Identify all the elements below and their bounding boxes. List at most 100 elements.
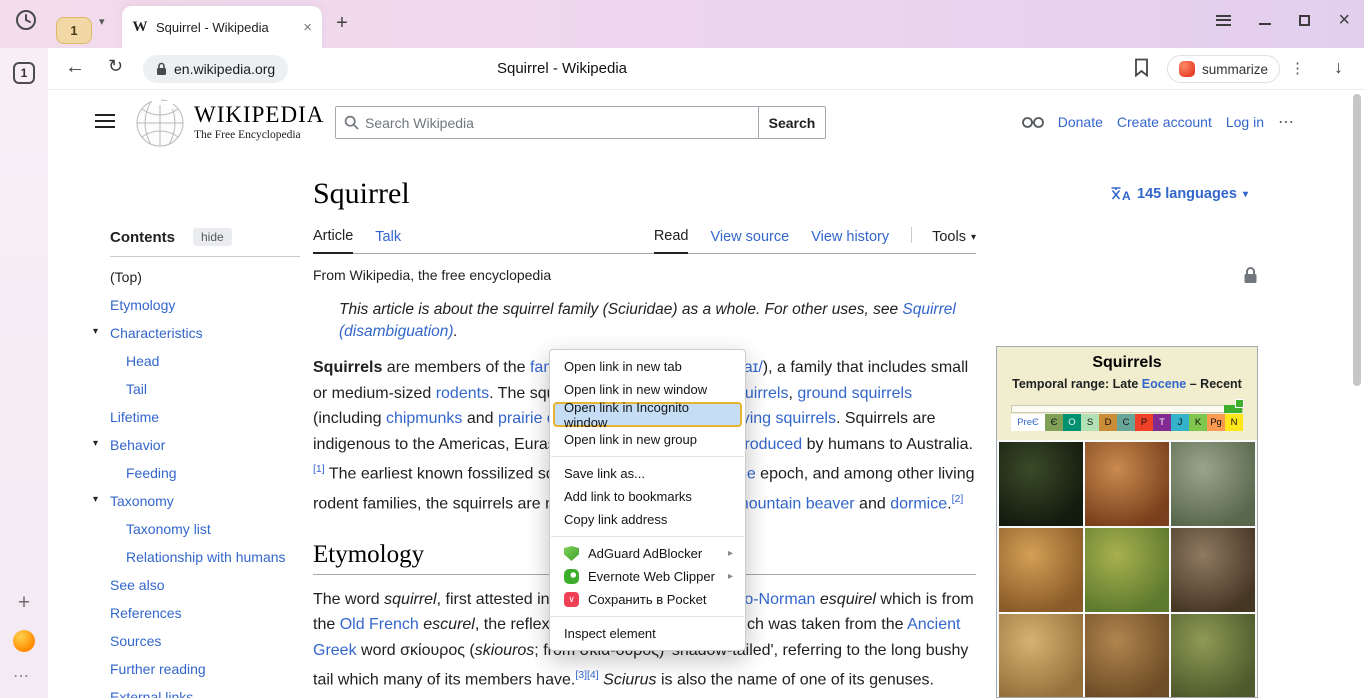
summarize-button[interactable]: summarize bbox=[1167, 55, 1280, 83]
toc-link[interactable]: (Top) bbox=[110, 269, 142, 285]
article-link[interactable]: Old French bbox=[340, 616, 419, 633]
maximize-icon[interactable] bbox=[1299, 15, 1310, 26]
chevron-down-icon[interactable]: ▾ bbox=[93, 326, 98, 337]
squirrel-photo-4[interactable] bbox=[999, 528, 1083, 612]
reload-icon[interactable]: ↻ bbox=[108, 56, 123, 77]
reference-link[interactable]: [3][4] bbox=[575, 669, 598, 681]
create-account-link[interactable]: Create account bbox=[1117, 114, 1212, 130]
toc-link[interactable]: See also bbox=[110, 577, 164, 593]
squirrel-photo-5[interactable] bbox=[1085, 528, 1169, 612]
timeline-period-C[interactable]: C bbox=[1117, 414, 1135, 431]
toc-link[interactable]: Lifetime bbox=[110, 409, 159, 425]
tab-tools[interactable]: Tools▾ bbox=[932, 229, 976, 253]
tab-read[interactable]: Read bbox=[654, 228, 689, 254]
toc-link[interactable]: Taxonomy list bbox=[126, 521, 211, 537]
donate-link[interactable]: Donate bbox=[1058, 114, 1103, 130]
close-icon[interactable]: × bbox=[1338, 11, 1350, 29]
history-clock-icon[interactable] bbox=[15, 9, 37, 31]
page-protection-lock-icon[interactable] bbox=[1243, 266, 1258, 289]
squirrel-photo-3[interactable] bbox=[1171, 442, 1255, 526]
menu-item[interactable]: Open link in new tab bbox=[550, 355, 745, 378]
toc-link[interactable]: Behavior bbox=[110, 437, 165, 453]
toc-item[interactable]: Taxonomy list bbox=[110, 515, 322, 543]
wiki-search-button[interactable]: Search bbox=[759, 106, 826, 139]
toc-link[interactable]: Characteristics bbox=[110, 325, 203, 341]
menu-item[interactable]: Add link to bookmarks bbox=[550, 485, 745, 508]
wiki-menu-icon[interactable] bbox=[95, 114, 115, 128]
timeline-period-N[interactable]: N bbox=[1225, 414, 1243, 431]
toc-item[interactable]: ▾Behavior bbox=[110, 431, 322, 459]
bookmark-icon[interactable] bbox=[1134, 58, 1149, 82]
menu-item[interactable]: ∨Сохранить в Pocket bbox=[550, 588, 745, 611]
toc-item[interactable]: See also bbox=[110, 571, 322, 599]
toc-link[interactable]: Relationship with humans bbox=[126, 549, 286, 565]
tab-group-chevron-icon[interactable]: ▾ bbox=[99, 15, 105, 28]
menu-item[interactable]: Open link in Incognito window bbox=[553, 402, 742, 427]
toc-item[interactable]: Lifetime bbox=[110, 403, 322, 431]
browser-menu-icon[interactable] bbox=[1216, 15, 1231, 26]
tab-view-source[interactable]: View source bbox=[710, 229, 789, 253]
article-link[interactable]: rodents bbox=[436, 385, 489, 402]
menu-item[interactable]: Save link as... bbox=[550, 462, 745, 485]
tab-view-history[interactable]: View history bbox=[811, 229, 889, 253]
toc-link[interactable]: Etymology bbox=[110, 297, 175, 313]
eocene-link[interactable]: Eocene bbox=[1142, 377, 1186, 391]
chevron-down-icon[interactable]: ▾ bbox=[93, 494, 98, 505]
timeline-period-D[interactable]: D bbox=[1099, 414, 1117, 431]
squirrel-photo-2[interactable] bbox=[1085, 442, 1169, 526]
timeline-period-P[interactable]: P bbox=[1135, 414, 1153, 431]
tab-talk[interactable]: Talk bbox=[375, 229, 401, 253]
article-link[interactable]: flying squirrels bbox=[734, 410, 836, 427]
new-tab-button[interactable]: + bbox=[331, 13, 353, 35]
menu-item[interactable]: AdGuard AdBlocker▸ bbox=[550, 542, 745, 565]
toc-link[interactable]: References bbox=[110, 605, 182, 621]
menu-item[interactable]: Open link in new group bbox=[550, 428, 745, 451]
toc-item[interactable]: Head bbox=[110, 347, 322, 375]
toc-item[interactable]: References bbox=[110, 599, 322, 627]
timeline-period-Pg[interactable]: Pg bbox=[1207, 414, 1225, 431]
toc-link[interactable]: Tail bbox=[126, 381, 147, 397]
toc-item[interactable]: ▾Taxonomy bbox=[110, 487, 322, 515]
login-link[interactable]: Log in bbox=[1226, 114, 1264, 130]
squirrel-photo-7[interactable] bbox=[999, 614, 1083, 698]
toolbar-kebab-icon[interactable]: ⋮ bbox=[1290, 59, 1305, 77]
article-link[interactable]: dormice bbox=[890, 495, 947, 512]
toc-item[interactable]: Etymology bbox=[110, 291, 322, 319]
toc-item[interactable]: Further reading bbox=[110, 655, 322, 683]
tab-panel-badge[interactable]: 1 bbox=[13, 62, 35, 84]
minimize-icon[interactable] bbox=[1259, 23, 1271, 25]
toc-link[interactable]: External links bbox=[110, 689, 193, 698]
toc-link[interactable]: Feeding bbox=[126, 465, 177, 481]
squirrel-photo-6[interactable] bbox=[1171, 528, 1255, 612]
menu-item[interactable]: Evernote Web Clipper▸ bbox=[550, 565, 745, 588]
toc-item[interactable]: Relationship with humans bbox=[110, 543, 322, 571]
reference-link[interactable]: [1] bbox=[313, 463, 325, 475]
user-menu-ellipsis-icon[interactable]: ⋯ bbox=[1278, 112, 1294, 132]
toc-item[interactable]: Sources bbox=[110, 627, 322, 655]
timeline-period-T[interactable]: T bbox=[1153, 414, 1171, 431]
tab-article[interactable]: Article bbox=[313, 228, 353, 254]
squirrel-photo-9[interactable] bbox=[1171, 614, 1255, 698]
timeline-period-PreЄ[interactable]: PreЄ bbox=[1011, 414, 1045, 431]
timeline-period-Є[interactable]: Є bbox=[1045, 414, 1063, 431]
toc-link[interactable]: Sources bbox=[110, 633, 161, 649]
timeline-period-J[interactable]: J bbox=[1171, 414, 1189, 431]
wikipedia-wordmark[interactable]: WIKIPEDIA The Free Encyclopedia bbox=[194, 102, 324, 141]
tab-group-badge[interactable]: 1 bbox=[56, 17, 92, 44]
toc-hide-button[interactable]: hide bbox=[193, 228, 232, 246]
toc-item[interactable]: Feeding bbox=[110, 459, 322, 487]
tab-close-icon[interactable]: × bbox=[303, 20, 312, 35]
timeline-period-O[interactable]: O bbox=[1063, 414, 1081, 431]
appearance-glasses-icon[interactable] bbox=[1022, 116, 1044, 129]
download-icon[interactable]: ↓ bbox=[1334, 57, 1343, 78]
chevron-down-icon[interactable]: ▾ bbox=[93, 438, 98, 449]
browser-tab[interactable]: W Squirrel - Wikipedia × bbox=[122, 6, 322, 48]
sidebar-add-icon[interactable]: + bbox=[14, 593, 34, 613]
toc-link[interactable]: Head bbox=[126, 353, 159, 369]
toc-item[interactable]: Tail bbox=[110, 375, 322, 403]
reference-link[interactable]: [2] bbox=[952, 493, 964, 505]
toc-item[interactable]: (Top) bbox=[110, 263, 322, 291]
article-link[interactable]: ground squirrels bbox=[797, 385, 912, 402]
timeline-period-K[interactable]: K bbox=[1189, 414, 1207, 431]
back-icon[interactable]: ← bbox=[65, 56, 85, 79]
